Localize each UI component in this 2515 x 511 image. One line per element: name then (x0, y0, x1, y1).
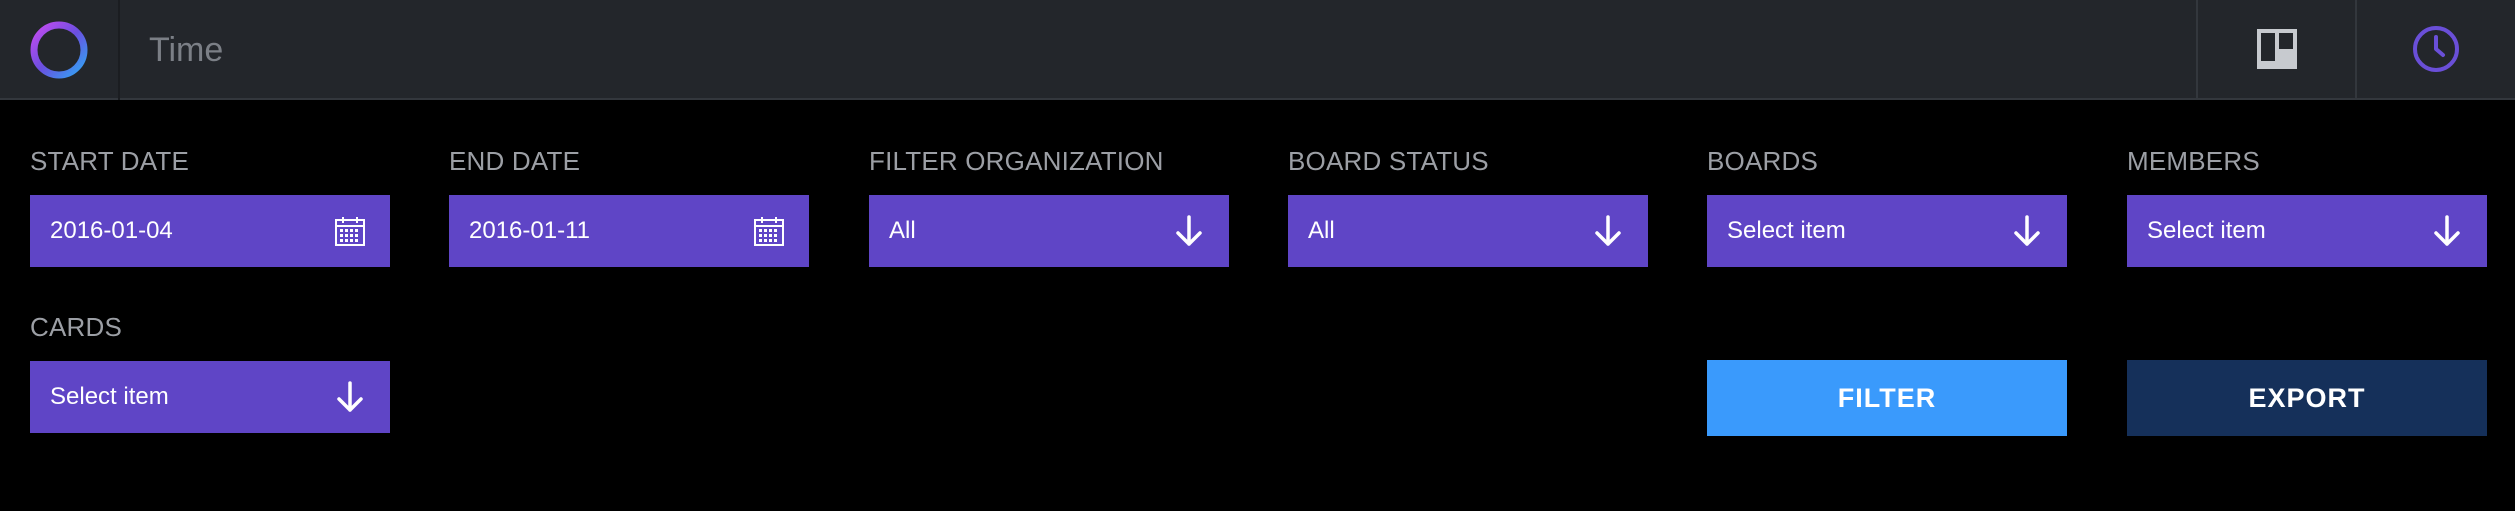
export-button[interactable]: EXPORT (2127, 360, 2487, 436)
cards-label: CARDS (30, 312, 123, 342)
time-view-button[interactable] (2355, 0, 2515, 98)
board-view-button[interactable] (2196, 0, 2356, 98)
end-date-value: 2016-01-11 (469, 217, 590, 244)
start-date-field[interactable]: 2016-01-04 (30, 195, 390, 267)
boards-label: BOARDS (1707, 146, 1819, 176)
end-date-label: END DATE (449, 146, 581, 176)
board-status-value: All (1308, 217, 1335, 244)
arrow-down-icon (1588, 211, 1628, 251)
filter-organization-label: FILTER ORGANIZATION (869, 146, 1164, 176)
board-icon (2257, 29, 2297, 69)
filter-button[interactable]: FILTER (1707, 360, 2067, 436)
board-status-select[interactable]: All (1288, 195, 1648, 267)
boards-select[interactable]: Select item (1707, 195, 2067, 267)
members-value: Select item (2147, 217, 2266, 244)
start-date-label: START DATE (30, 146, 189, 176)
clock-icon (2413, 26, 2459, 72)
board-status-label: BOARD STATUS (1288, 146, 1489, 176)
boards-value: Select item (1727, 217, 1846, 244)
arrow-down-icon (2007, 211, 2047, 251)
members-label: MEMBERS (2127, 146, 2260, 176)
arrow-down-icon (1169, 211, 1209, 251)
arrow-down-icon (2427, 211, 2467, 251)
filter-organization-value: All (889, 217, 916, 244)
members-select[interactable]: Select item (2127, 195, 2487, 267)
ring-logo-icon (30, 21, 88, 79)
top-bar: Time (0, 0, 2515, 100)
cards-select[interactable]: Select item (30, 361, 390, 433)
calendar-icon[interactable] (749, 211, 789, 251)
calendar-icon[interactable] (330, 211, 370, 251)
filter-organization-select[interactable]: All (869, 195, 1229, 267)
app-logo[interactable] (0, 0, 120, 100)
page-title: Time (149, 31, 224, 69)
arrow-down-icon (330, 377, 370, 417)
start-date-value: 2016-01-04 (50, 217, 173, 244)
end-date-field[interactable]: 2016-01-11 (449, 195, 809, 267)
cards-value: Select item (50, 383, 169, 410)
